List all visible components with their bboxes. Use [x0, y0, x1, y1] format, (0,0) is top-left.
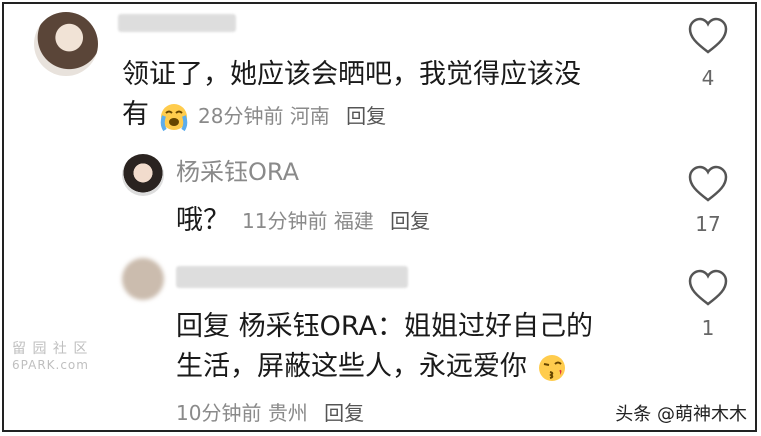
- comment-location: 河南: [289, 104, 330, 128]
- watermark-line2: 6PARK.com: [12, 358, 89, 372]
- heart-outline-icon[interactable]: [686, 16, 730, 56]
- comment-time: 10分钟前: [176, 401, 262, 425]
- reply-button[interactable]: 回复: [390, 209, 430, 233]
- comment-meta: 28分钟前 河南 回复: [198, 103, 386, 129]
- kiss-emoji-icon: [538, 354, 565, 381]
- heart-outline-icon[interactable]: [686, 268, 730, 308]
- like-count: 1: [701, 316, 715, 340]
- watermark-line1: 留 园 社 区: [12, 341, 89, 357]
- comment-meta: 10分钟前 贵州 回复: [176, 400, 364, 426]
- reply-button[interactable]: 回复: [346, 104, 386, 128]
- comment-time: 28分钟前: [198, 104, 284, 128]
- avatar[interactable]: [34, 12, 98, 76]
- avatar[interactable]: [122, 154, 164, 196]
- watermark: 留 园 社 区 6PARK.com: [12, 338, 89, 372]
- username-blurred[interactable]: [176, 266, 408, 288]
- credit-text: 头条 @萌神木木: [615, 404, 747, 425]
- comment-text-end: 生活，屏蔽这些人，永远爱你: [176, 351, 527, 382]
- like-count: 4: [701, 66, 715, 90]
- like-count: 17: [695, 212, 721, 236]
- heart-outline-icon[interactable]: [686, 164, 730, 204]
- comment-text: 回复 杨采钰ORA：姐姐过好自己的: [176, 311, 593, 342]
- comment-text: 领证了，她应该会晒吧，我觉得应该没: [122, 59, 581, 90]
- crying-emoji-icon: [160, 103, 187, 131]
- comment-location: 贵州: [267, 401, 308, 425]
- comment-text-end: 有: [122, 99, 149, 130]
- reply-button[interactable]: 回复: [324, 401, 364, 425]
- comment-text: 哦？: [176, 205, 230, 236]
- comment-meta: 11分钟前 福建 回复: [242, 208, 430, 234]
- comment-text-line2: 有: [122, 98, 190, 132]
- username-blurred[interactable]: [118, 14, 236, 32]
- username[interactable]: 杨采钰ORA: [176, 157, 299, 187]
- avatar[interactable]: [122, 258, 164, 300]
- comment-location: 福建: [333, 209, 374, 233]
- comment-text-line2: 生活，屏蔽这些人，永远爱你: [176, 350, 568, 384]
- comment-time: 11分钟前: [242, 209, 328, 233]
